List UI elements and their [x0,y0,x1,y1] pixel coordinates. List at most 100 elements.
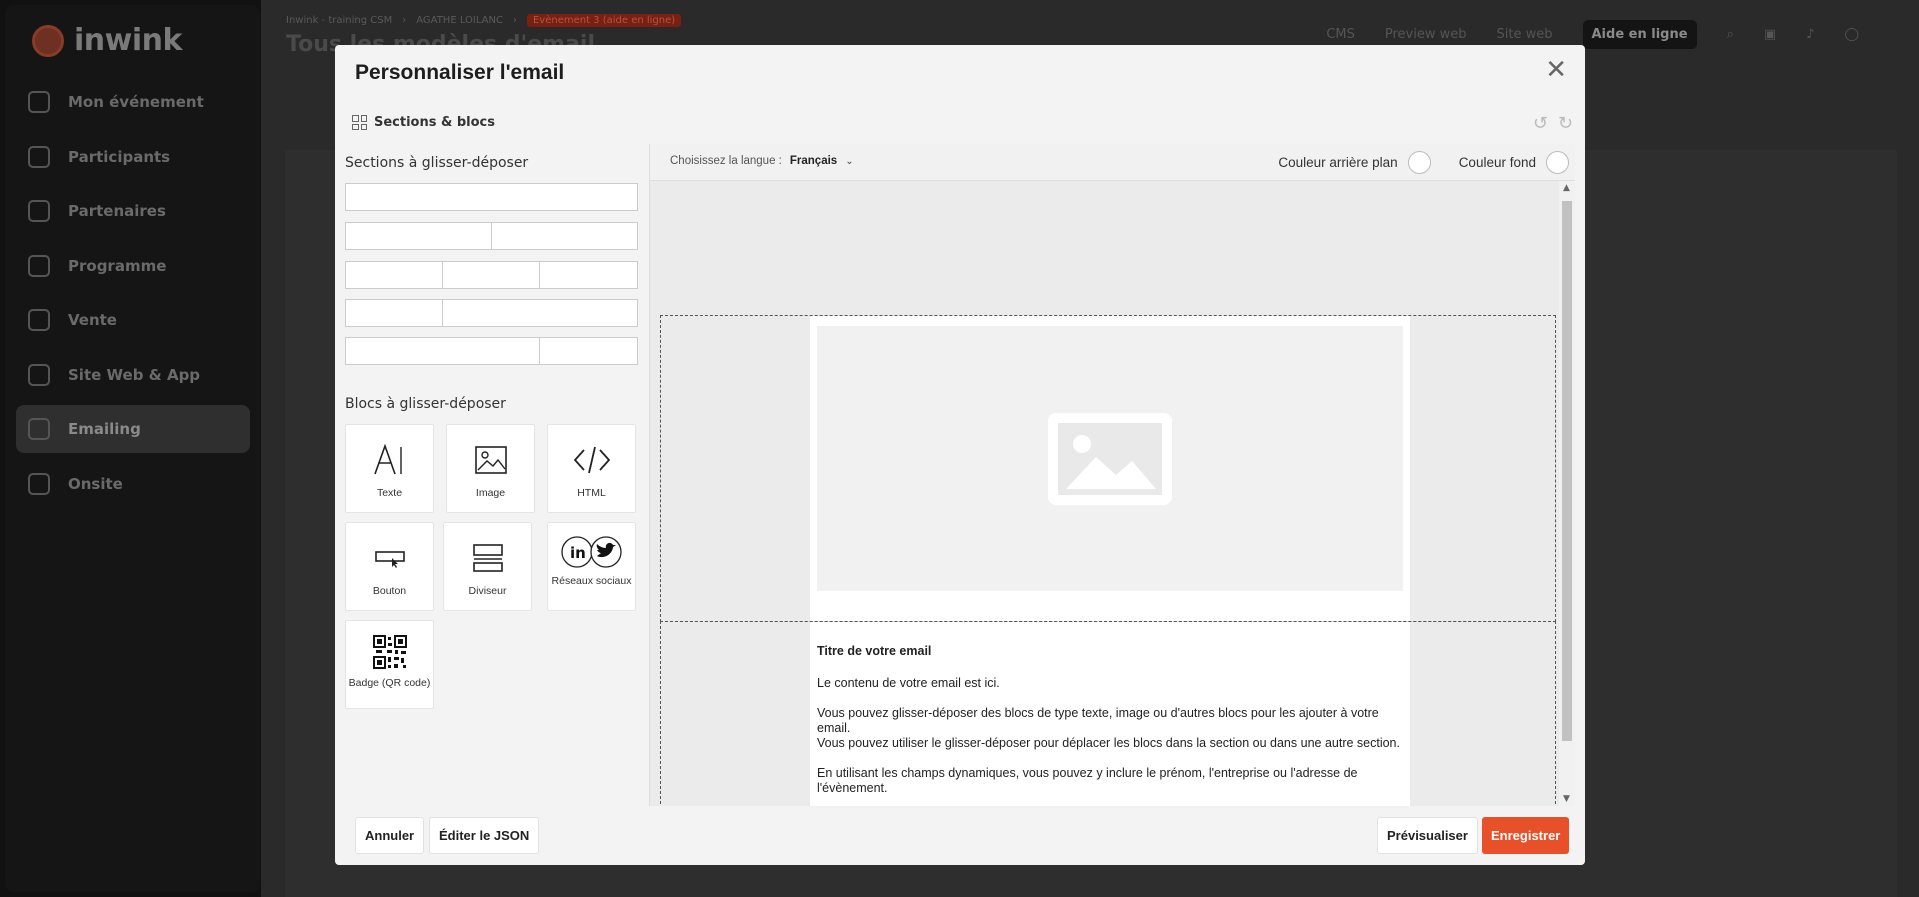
sections-heading: Sections à glisser-déposer [345,155,529,171]
color-controls: Couleur arrière plan Couleur fond [1278,151,1569,174]
redo-icon[interactable]: ↻ [1558,113,1573,134]
block-divider[interactable]: Diviseur [443,522,532,611]
email-text-block[interactable]: Titre de votre email Le contenu de votre… [817,644,1403,806]
edit-json-button[interactable]: Éditer le JSON [429,817,540,854]
svg-text:in: in [570,544,586,562]
email-section-image[interactable] [660,315,1556,622]
email-paragraph: Le contenu de votre email est ici. [817,676,1000,690]
logo[interactable]: inwink [32,23,182,58]
section-1-2-col[interactable] [345,299,638,327]
globe-icon [28,363,50,386]
divider-icon [472,537,504,579]
sidebar-item-partenaires[interactable]: Partenaires [16,187,250,235]
scroll-up-icon[interactable]: ▲ [1563,183,1570,193]
email-paragraph: En utilisant les champs dynamiques, vous… [817,766,1358,795]
block-image[interactable]: Image [446,424,535,513]
sidebar-item-mon-evenement[interactable]: Mon événement [16,78,250,126]
block-text[interactable]: Texte [345,424,434,513]
site-web-link[interactable]: Site web [1497,27,1553,42]
sidebar-item-participants[interactable]: Participants [16,133,250,181]
block-label: Diviseur [468,585,507,597]
email-editor: Choisissez la langue : Français ⌄ Couleu… [649,144,1575,806]
sidebar-nav: Mon événement Participants Partenaires P… [16,78,250,514]
breadcrumb: Inwink - training CSM › AGATHE LOILANC › E… [286,14,682,27]
qr-code-icon [372,631,407,673]
breadcrumb-item[interactable]: AGATHE LOILANC [416,15,503,26]
block-label: Bouton [372,585,407,597]
block-label: Badge (QR code) [348,677,431,689]
sidebar-item-programme[interactable]: Programme [16,242,250,290]
section-2-1-col[interactable] [345,337,638,365]
target-icon [28,91,50,113]
sidebar-item-onsite[interactable]: Onsite [16,460,250,508]
email-paragraph: Vous pouvez utiliser le glisser-déposer … [817,736,1400,750]
code-icon [573,439,611,481]
editor-scrollbar[interactable]: ▲ ▼ [1559,181,1575,806]
mail-icon [28,418,50,440]
chevron-down-icon: ⌄ [845,155,854,167]
fill-color-swatch[interactable] [1546,151,1569,174]
blocks-heading: Blocs à glisser-déposer [345,396,506,412]
user-icon[interactable]: ◯ [1844,27,1859,42]
close-icon[interactable]: ✕ [1545,57,1567,83]
social-icon: in [560,531,624,573]
button-icon [374,537,406,579]
tab-sections-blocks[interactable]: Sections & blocs [352,115,495,130]
modal-title: Personnaliser l'email [355,61,565,84]
agenda-icon [28,254,50,277]
scroll-down-icon[interactable]: ▼ [1563,794,1570,804]
help-button[interactable]: Aide en ligne [1582,20,1697,49]
email-column: Titre de votre email Le contenu de votre… [810,622,1410,806]
customize-email-modal: Personnaliser l'email ✕ Sections & blocs… [335,45,1585,865]
sidebar-item-label: Mon événement [68,93,204,111]
search-icon[interactable]: ⌕ [1727,27,1734,42]
user-icon [28,145,50,168]
bg-color-label: Couleur arrière plan [1278,155,1398,170]
section-2-col[interactable] [345,222,638,250]
email-section-text[interactable]: Titre de votre email Le contenu de votre… [660,621,1556,806]
sidebar-item-vente[interactable]: Vente [16,296,250,344]
sidebar-item-label: Onsite [68,474,123,493]
editor-toolbar: Choisissez la langue : Français ⌄ Couleu… [650,144,1575,181]
cancel-button[interactable]: Annuler [355,817,425,854]
block-label: Réseaux sociaux [551,575,632,587]
undo-icon[interactable]: ↺ [1533,113,1548,134]
sidebar-item-label: Site Web & App [68,365,201,384]
cart-icon[interactable]: ▣ [1764,27,1776,42]
email-paragraph: Vous pouvez glisser-déposer des blocs de… [817,706,1379,735]
sidebar-item-label: Vente [68,311,117,329]
bg-color-swatch[interactable] [1407,151,1431,174]
cart-icon [28,309,50,331]
undo-redo: ↺ ↻ [1533,113,1573,134]
language-selector[interactable]: Choisissez la langue : Français ⌄ [670,155,854,167]
grid-icon [352,115,367,130]
sidebar: inwink Mon événement Participants Parten… [0,0,261,897]
bell-icon[interactable]: ♪ [1806,27,1814,42]
image-placeholder[interactable] [817,326,1403,591]
breadcrumb-item[interactable]: Inwink - training CSM [286,15,392,26]
sidebar-item-label: Partenaires [68,202,166,220]
block-label: Image [475,487,506,499]
scroll-thumb[interactable] [1562,201,1572,741]
image-icon [1048,412,1172,505]
block-html[interactable]: HTML [547,424,636,513]
sidebar-item-emailing[interactable]: Emailing [16,405,250,453]
cms-link[interactable]: CMS [1326,27,1355,42]
section-3-col[interactable] [345,261,638,289]
logo-icon [32,24,64,57]
image-icon [474,439,508,481]
breadcrumb-event-badge[interactable]: Evènement 3 (aide en ligne) [526,14,682,27]
sidebar-item-site-web[interactable]: Site Web & App [16,351,250,399]
block-button[interactable]: Bouton [345,522,434,611]
tab-label: Sections & blocs [374,115,496,130]
preview-web-link[interactable]: Preview web [1385,27,1467,42]
sidebar-item-label: Participants [68,147,171,166]
section-1-col[interactable] [345,183,638,211]
preview-button[interactable]: Prévisualiser [1377,817,1478,854]
block-label: Texte [376,487,403,499]
save-button[interactable]: Enregistrer [1482,817,1570,854]
language-label: Choisissez la langue : [670,155,782,167]
language-value: Français [789,155,838,167]
block-social[interactable]: in Réseaux sociaux [547,522,636,611]
block-qr-badge[interactable]: Badge (QR code) [345,620,434,709]
